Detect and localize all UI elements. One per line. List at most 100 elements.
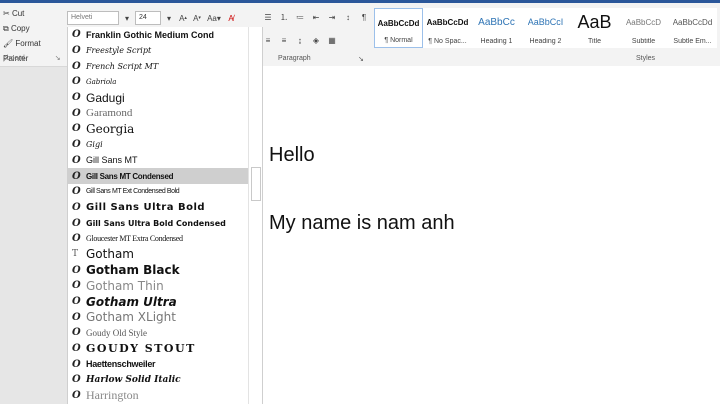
style-name: Heading 2: [529, 38, 562, 45]
opentype-font-icon: O: [72, 264, 81, 276]
cut-label: Cut: [11, 9, 25, 18]
font-list-item[interactable]: O Gill Sans MT: [68, 153, 262, 169]
font-name-label: Gotham XLight: [86, 310, 176, 325]
font-name-label: Gill Sans MT Condensed: [86, 171, 174, 181]
copy-button[interactable]: ⧉ Copy: [0, 21, 66, 36]
sort-icon[interactable]: ↕: [342, 11, 354, 23]
document-line-hello[interactable]: Hello: [269, 144, 315, 167]
font-dropdown-list[interactable]: O Franklin Gothic Medium Cond O Freestyle S…: [67, 27, 263, 404]
style-name: ¶ No Spac...: [428, 38, 467, 45]
font-list-item[interactable]: O Gadugi: [68, 90, 262, 106]
style-preview: AaBbCcDd: [426, 17, 469, 27]
paragraph-dialog-launcher-icon[interactable]: ↘: [358, 55, 364, 63]
font-dropdown-icon[interactable]: ▾: [121, 12, 133, 24]
increase-indent-icon[interactable]: ⇥: [326, 11, 338, 23]
style-preview: AaBbCc: [478, 16, 515, 28]
font-list-item[interactable]: O Gill Sans MT Condensed: [68, 168, 262, 184]
align-center-icon[interactable]: ≡: [278, 34, 290, 46]
font-list-item[interactable]: O Gotham Ultra: [68, 294, 262, 310]
show-marks-icon[interactable]: ¶: [358, 11, 370, 23]
font-list-item[interactable]: O Harlow Solid Italic: [68, 372, 262, 388]
dialog-launcher-icon[interactable]: ↘: [55, 55, 61, 62]
cut-button[interactable]: ✂ Cut: [0, 6, 66, 21]
style-item[interactable]: AaB Title: [570, 8, 619, 48]
font-name-label: Gill Sans Ultra Bold Condensed: [86, 218, 226, 228]
font-name-label: Harrington: [86, 388, 139, 403]
font-name-label: Gill Sans MT Ext Condensed Bold: [86, 188, 180, 196]
font-list-item[interactable]: O French Script MT: [68, 58, 262, 74]
font-name-label: Garamond: [86, 107, 133, 120]
align-left-icon[interactable]: ≡: [262, 34, 274, 46]
font-name-label: Georgia: [86, 121, 135, 136]
font-list-item[interactable]: O Haettenschweiler: [68, 356, 262, 372]
font-list-item[interactable]: O Gotham XLight: [68, 309, 262, 325]
opentype-font-icon: O: [72, 92, 81, 104]
style-preview: AaBbCcI: [527, 17, 564, 27]
font-list-item[interactable]: O Freestyle Script: [68, 43, 262, 59]
font-list-item[interactable]: T Gotham: [68, 247, 262, 263]
document-line-name[interactable]: My name is nam anh: [269, 212, 455, 235]
clear-formatting-icon[interactable]: A̸: [225, 12, 237, 24]
format-painter-button[interactable]: 🖌 Format Painter: [0, 36, 66, 63]
font-list-item[interactable]: O Gill Sans MT Ext Condensed Bold: [68, 184, 262, 200]
opentype-font-icon: O: [72, 76, 81, 88]
style-name: Subtitle: [631, 38, 656, 45]
font-list-item[interactable]: O Goudy Old Style: [68, 325, 262, 341]
multilevel-list-icon[interactable]: ≔: [294, 11, 306, 23]
font-name-label: Gill Sans Ultra Bold: [86, 201, 206, 213]
font-list-item[interactable]: O Harrington: [68, 388, 262, 404]
style-name: Title: [588, 38, 601, 45]
opentype-font-icon: O: [72, 60, 81, 72]
change-case-icon[interactable]: Aa▾: [205, 12, 223, 24]
styles-group-label: Styles: [636, 55, 656, 62]
style-preview: AaBbCcD: [625, 17, 662, 27]
style-item[interactable]: AaBbCcI Heading 2: [521, 8, 570, 48]
opentype-font-icon: O: [72, 170, 81, 182]
opentype-font-icon: O: [72, 45, 81, 57]
shrink-font-icon[interactable]: A ▾: [191, 12, 203, 24]
font-list-item[interactable]: O Gotham Black: [68, 262, 262, 278]
font-name-label: Gabriola: [86, 77, 117, 86]
font-list-item[interactable]: O Garamond: [68, 105, 262, 121]
font-name-label: Goudy Old Style: [86, 327, 148, 338]
scrollbar-thumb[interactable]: [251, 167, 261, 201]
font-list-item[interactable]: O Gigi: [68, 137, 262, 153]
font-list-scrollbar[interactable]: [248, 27, 262, 404]
style-item[interactable]: AaBbCcDd ¶ Normal: [374, 8, 423, 48]
font-toolbar: Helveti ▾ 24 ▾ A ▴ A ▾ Aa▾ A̸: [67, 10, 237, 26]
grow-font-icon[interactable]: A ▴: [177, 12, 189, 24]
opentype-font-icon: O: [72, 233, 81, 245]
font-list-item[interactable]: O GOUDY STOUT: [68, 341, 262, 357]
opentype-font-icon: O: [72, 217, 81, 229]
font-name-label: Freestyle Script: [86, 46, 152, 56]
numbering-icon[interactable]: ⒈: [278, 11, 290, 23]
font-name-label: Gotham Black: [86, 263, 180, 278]
document-page[interactable]: Hello My name is nam anh: [262, 66, 720, 404]
bullets-icon[interactable]: ☰: [262, 11, 274, 23]
font-list-item[interactable]: O Gotham Thin: [68, 278, 262, 294]
font-list-item[interactable]: O Gill Sans Ultra Bold: [68, 200, 262, 216]
style-item[interactable]: AaBbCcD Subtitle: [619, 8, 668, 48]
font-name-label: Franklin Gothic Medium Cond: [86, 29, 214, 40]
clipboard-group: ✂ Cut ⧉ Copy 🖌 Format Painter pboard ↘: [0, 6, 66, 66]
style-item[interactable]: AaBbCc Heading 1: [472, 8, 521, 48]
style-item[interactable]: AaBbCcDd ¶ No Spac...: [423, 8, 472, 48]
borders-icon[interactable]: ▦: [326, 34, 338, 46]
font-list-item[interactable]: O Franklin Gothic Medium Cond: [68, 27, 262, 43]
scissors-icon: ✂: [3, 9, 10, 18]
copy-icon: ⧉: [3, 24, 9, 33]
font-list-item[interactable]: O Gill Sans Ultra Bold Condensed: [68, 215, 262, 231]
opentype-font-icon: O: [72, 201, 81, 213]
font-size-dropdown-icon[interactable]: ▾: [163, 12, 175, 24]
font-list-item[interactable]: O Gabriola: [68, 74, 262, 90]
shading-icon[interactable]: ◈: [310, 34, 322, 46]
line-spacing-icon[interactable]: ↨: [294, 34, 306, 46]
decrease-indent-icon[interactable]: ⇤: [310, 11, 322, 23]
font-size-input[interactable]: 24: [135, 11, 161, 25]
opentype-font-icon: O: [72, 343, 81, 355]
opentype-font-icon: O: [72, 327, 81, 339]
font-list-item[interactable]: O Gloucester MT Extra Condensed: [68, 231, 262, 247]
style-item[interactable]: AaBbCcDd Subtle Em...: [668, 8, 717, 48]
font-name-input[interactable]: Helveti: [67, 11, 119, 25]
font-list-item[interactable]: O Georgia: [68, 121, 262, 137]
